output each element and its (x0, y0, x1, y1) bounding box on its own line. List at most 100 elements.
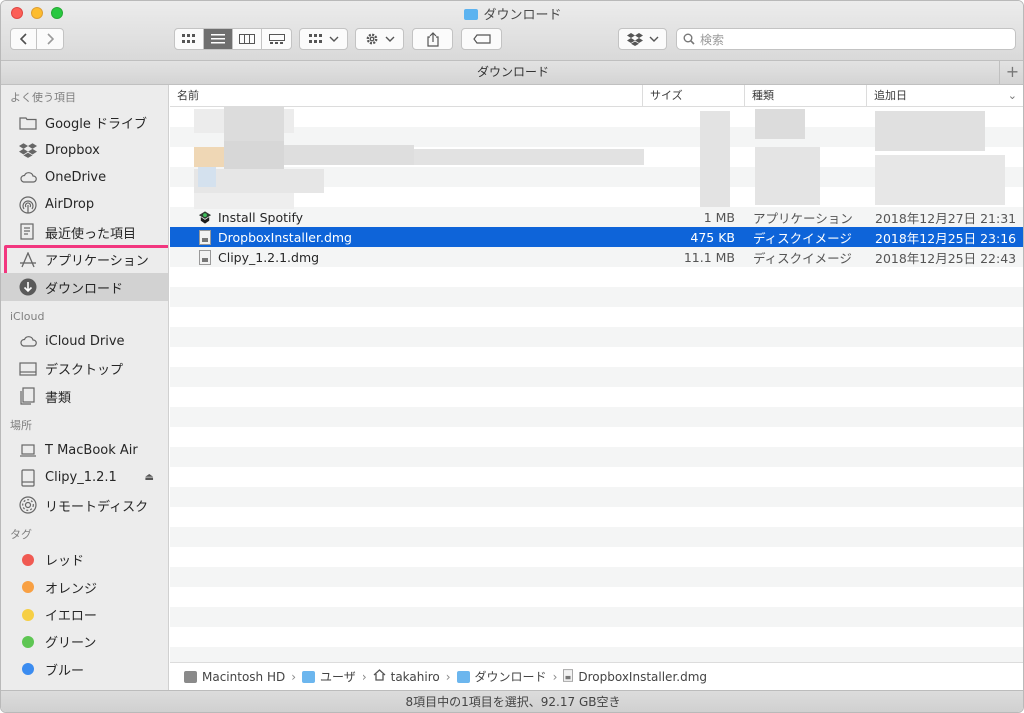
sidebar-item-airdrop[interactable]: AirDrop (1, 191, 168, 218)
sidebar-item-documents[interactable]: 書類 (1, 383, 168, 410)
search-field[interactable]: 検索 (676, 28, 1016, 50)
column-name[interactable]: 名前 (170, 85, 643, 106)
group-by-icon (308, 34, 322, 43)
window-title: ダウンロード (1, 4, 1023, 23)
spotify-installer-icon (198, 210, 212, 225)
sidebar-item-recents[interactable]: 最近使った項目 (1, 219, 168, 246)
chevron-down-icon (329, 36, 338, 42)
orange-tag-dot (22, 581, 34, 594)
tags-heading: タグ (10, 528, 32, 542)
sidebar-item-onedrive[interactable]: OneDrive (1, 164, 168, 191)
share-button[interactable] (412, 28, 453, 50)
empty-row (170, 367, 1023, 387)
file-row-dropboxinstaller[interactable]: DropboxInstaller.dmg 475 KB ディスクイメージ 201… (170, 227, 1023, 247)
path-bar: Macintosh HD › ユーザ › takahiro › ダウンロード ›… (170, 662, 1023, 690)
sidebar-item-applications[interactable]: アプリケーション (1, 244, 168, 280)
path-item-file[interactable]: DropboxInstaller.dmg (563, 668, 707, 685)
sidebar-item-google-drive[interactable]: Google ドライブ (1, 109, 168, 136)
empty-row (170, 327, 1023, 347)
sidebar-item-tag-orange[interactable]: オレンジ (1, 573, 168, 600)
file-row-clipy-dmg[interactable]: Clipy_1.2.1.dmg 11.1 MB ディスクイメージ 2018年12… (170, 247, 1023, 267)
column-size[interactable]: サイズ (643, 85, 745, 106)
path-item-macintosh-hd[interactable]: Macintosh HD (184, 670, 285, 684)
empty-row (170, 607, 1023, 627)
nav-buttons (10, 28, 64, 50)
list-view-button[interactable] (204, 29, 233, 49)
cloud-icon (19, 168, 37, 186)
empty-row (170, 387, 1023, 407)
sidebar-item-downloads[interactable]: ダウンロード (1, 273, 168, 301)
list-view-icon (211, 34, 225, 44)
documents-icon (19, 387, 37, 405)
empty-row (170, 527, 1023, 547)
empty-row (170, 467, 1023, 487)
file-row-install-spotify[interactable]: Install Spotify 1 MB アプリケーション 2018年12月27… (170, 207, 1023, 227)
action-button[interactable] (355, 28, 404, 50)
sidebar-item-remote-disc[interactable]: リモートディスク (1, 492, 168, 519)
sidebar-item-tag-red[interactable]: レッド (1, 546, 168, 573)
column-date-added[interactable]: 追加日 ⌄ (867, 85, 1023, 106)
home-icon (373, 669, 386, 684)
chevron-down-icon (649, 36, 658, 42)
empty-row (170, 567, 1023, 587)
dropbox-icon (19, 141, 37, 159)
path-item-users[interactable]: ユーザ (302, 668, 356, 685)
favorites-heading: よく使う項目 (10, 91, 76, 104)
sidebar-item-icloud-drive[interactable]: iCloud Drive (1, 328, 168, 355)
locations-heading: 場所 (10, 418, 32, 432)
empty-row (170, 547, 1023, 567)
empty-row (170, 587, 1023, 607)
empty-row (170, 627, 1023, 647)
eject-button[interactable]: ⏏ (145, 472, 154, 483)
chevron-right-icon (47, 33, 54, 45)
sidebar-item-desktop[interactable]: デスクトップ (1, 355, 168, 382)
forward-button[interactable] (37, 29, 63, 49)
applications-icon (19, 251, 37, 269)
search-icon (683, 33, 695, 45)
icloud-heading: iCloud (10, 309, 45, 323)
sidebar-item-dropbox[interactable]: Dropbox (1, 136, 168, 163)
sidebar-item-tag-yellow[interactable]: イエロー (1, 601, 168, 628)
empty-row (170, 427, 1023, 447)
dmg-icon (198, 249, 212, 265)
empty-row (170, 487, 1023, 507)
dmg-icon (563, 668, 574, 685)
empty-row (170, 447, 1023, 467)
column-view-button[interactable] (233, 29, 262, 49)
red-tag-dot (22, 553, 34, 566)
sidebar-item-clipy-disk[interactable]: Clipy_1.2.1 ⏏ (1, 464, 168, 491)
gallery-view-icon (268, 34, 285, 44)
sidebar-item-tag-blue[interactable]: ブルー (1, 656, 168, 683)
green-tag-dot (22, 635, 34, 648)
column-header: 名前 サイズ 種類 追加日 ⌄ (170, 85, 1023, 107)
tab-title: ダウンロード (476, 65, 549, 79)
view-mode-segment (174, 28, 292, 50)
recents-icon (19, 223, 37, 241)
path-separator: › (552, 669, 558, 684)
group-by-button[interactable] (299, 28, 348, 50)
disk-icon (19, 469, 37, 487)
sidebar-item-tag-green[interactable]: グリーン (1, 628, 168, 655)
path-item-home[interactable]: takahiro (373, 669, 440, 684)
downloads-icon (19, 278, 37, 296)
dropbox-menu-button[interactable] (618, 28, 667, 50)
finder-window: ダウンロード 検索 ダウンロード + よく使う項目 Google ドライブ Dr… (0, 0, 1024, 713)
empty-row (170, 307, 1023, 327)
column-kind[interactable]: 種類 (745, 85, 867, 106)
file-list: 名前 サイズ 種類 追加日 ⌄ Install Spotify 1 MB アプリ… (170, 85, 1023, 662)
sidebar-item-macbook[interactable]: T MacBook Air (1, 437, 168, 464)
back-button[interactable] (11, 29, 37, 49)
path-item-downloads[interactable]: ダウンロード (456, 668, 547, 685)
blue-tag-dot (22, 663, 34, 676)
status-bar: 8項目中の1項目を選択、92.17 GB空き (1, 690, 1023, 712)
gallery-view-button[interactable] (262, 29, 291, 49)
dropbox-icon (626, 32, 643, 46)
downloads-folder-icon (456, 670, 470, 683)
path-separator: › (445, 669, 451, 684)
sort-chevron-icon: ⌄ (1007, 89, 1017, 102)
icon-view-button[interactable] (175, 29, 204, 49)
new-tab-button[interactable]: + (999, 61, 1023, 84)
sidebar: よく使う項目 Google ドライブ Dropbox OneDrive AirD… (1, 85, 169, 690)
empty-row (170, 507, 1023, 527)
tag-button[interactable] (461, 28, 502, 50)
